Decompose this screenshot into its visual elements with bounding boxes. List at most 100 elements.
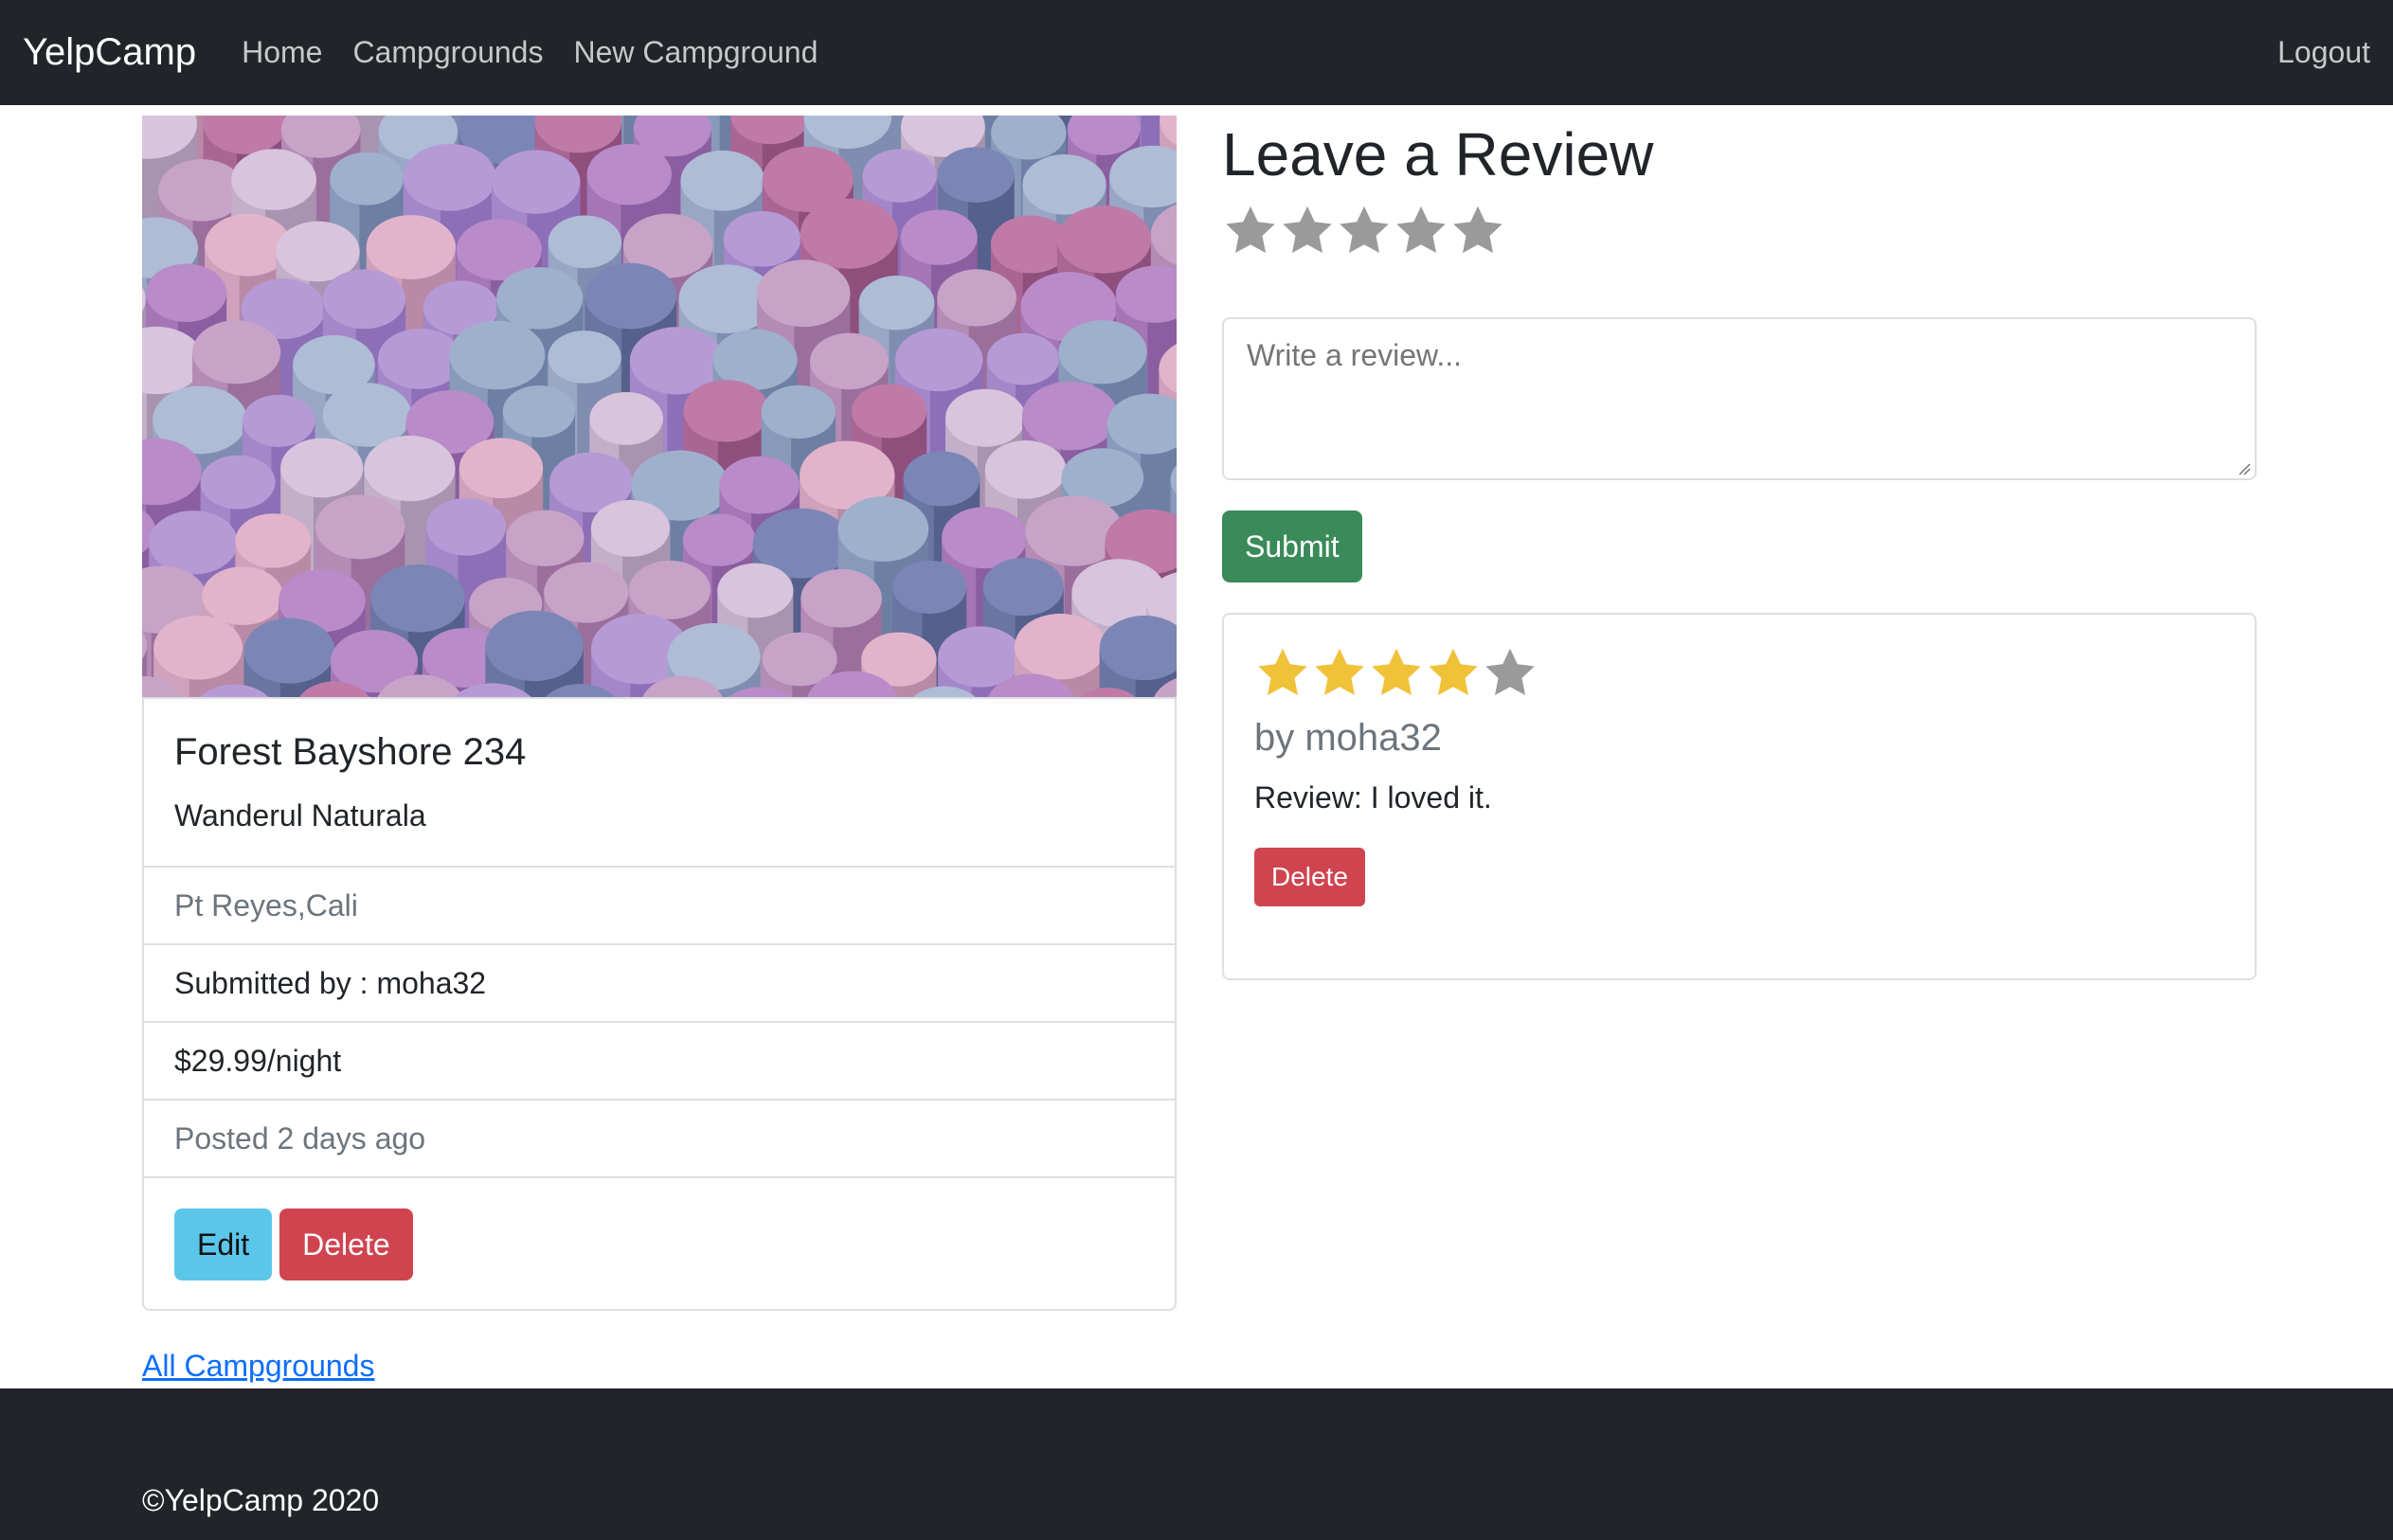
image-cylinder-top [315, 494, 405, 560]
image-cylinder-top [589, 392, 663, 445]
image-cylinder-top [330, 152, 405, 206]
image-cylinder-top [496, 267, 584, 330]
image-cylinder-top [364, 435, 456, 502]
image-cylinder-top [945, 388, 1026, 447]
image-cylinder-top [892, 560, 967, 614]
image-cylinder-top [937, 269, 1017, 327]
image-cylinder-top [491, 150, 581, 214]
image-cylinder-top [984, 439, 1067, 499]
image-cylinder-top [585, 262, 677, 330]
review-text: Review: I loved it. [1254, 780, 1492, 815]
image-cylinder-top [683, 380, 770, 442]
image-cylinder-top [717, 563, 794, 618]
image-cylinder-top [1056, 206, 1152, 274]
page: YelpCamp Home Campgrounds New Campground… [0, 0, 2393, 1540]
image-cylinder-top [366, 215, 456, 279]
image-cylinder-top [903, 451, 981, 507]
image-cylinder-top [280, 438, 364, 498]
rating-star-3-icon[interactable] [1336, 203, 1393, 260]
image-cylinder-top [900, 209, 978, 265]
image-cylinder-top [449, 320, 546, 390]
brand-link[interactable]: YelpCamp [23, 31, 196, 74]
image-cylinder-top [723, 210, 801, 267]
image-cylinder-top [719, 456, 800, 514]
delete-review-button[interactable]: Delete [1254, 848, 1365, 906]
rating-star-5-icon[interactable] [1449, 203, 1506, 260]
rating-star-4-icon[interactable] [1393, 203, 1449, 260]
image-cylinder-top [682, 513, 756, 566]
image-cylinder-top [242, 394, 315, 447]
footer: ©YelpCamp 2020 [0, 1388, 2393, 1540]
image-cylinder-top [235, 513, 312, 568]
star-filled-icon [1429, 648, 1478, 695]
image-cylinder-top [858, 276, 935, 331]
review-actions: Delete [1254, 848, 2224, 906]
edit-campground-button[interactable]: Edit [174, 1209, 273, 1280]
review-form-heading: Leave a Review [1222, 120, 1654, 188]
navbar: YelpCamp Home Campgrounds New Campground… [0, 0, 2393, 105]
image-cylinder-top [862, 149, 937, 203]
image-cylinder-top [937, 147, 1015, 203]
image-cylinder-top [586, 143, 672, 206]
image-cylinder-top [192, 320, 281, 385]
star-filled-icon [1258, 648, 1307, 695]
image-cylinder-top [810, 332, 889, 390]
review-rating [1254, 645, 2224, 702]
submit-review-button[interactable]: Submit [1222, 510, 1362, 582]
image-cylinder-top [243, 618, 335, 684]
image-cylinder-top [982, 557, 1064, 617]
image-cylinder-top [628, 560, 711, 619]
campground-description: Wanderul Naturala [174, 798, 426, 833]
image-cylinder-top [895, 328, 983, 392]
image-cylinder-top [403, 143, 496, 211]
image-cylinder-top [837, 496, 929, 563]
rating-star-2-icon[interactable] [1279, 203, 1336, 260]
campground-card-body: Forest Bayshore 234 Wanderul Naturala [144, 699, 1175, 868]
image-cylinder-top [544, 562, 629, 623]
image-cylinder-top [548, 215, 622, 269]
image-cylinder-top [1022, 154, 1107, 215]
review-textarea[interactable] [1222, 317, 2257, 480]
image-cylinder-top [231, 149, 316, 210]
campground-title: Forest Bayshore 234 [174, 731, 527, 773]
resize-handle-icon[interactable] [2236, 460, 2251, 475]
campground-actions: Edit Delete [144, 1178, 1175, 1311]
rating-star-1-icon[interactable] [1222, 203, 1279, 260]
image-cylinder-top [459, 438, 544, 499]
campground-price: $29.99/night [144, 1023, 1175, 1101]
image-cylinder-top [322, 269, 406, 330]
star-filled-icon [1372, 648, 1421, 695]
image-cylinder-top [801, 568, 882, 628]
image-cylinder-top [149, 510, 238, 575]
all-campgrounds-link[interactable]: All Campgrounds [142, 1349, 374, 1384]
image-cylinder-top [1058, 320, 1147, 385]
rating-input [1222, 203, 1506, 260]
campground-posted-date: Posted 2 days ago [144, 1101, 1175, 1178]
star-empty-icon [1485, 648, 1535, 695]
image-cylinder-top [590, 499, 671, 557]
nav-campgrounds-link[interactable]: Campgrounds [352, 35, 543, 70]
image-cylinder-top [986, 332, 1059, 385]
nav-home-link[interactable]: Home [242, 35, 322, 70]
image-cylinder-top [202, 566, 283, 626]
footer-copyright: ©YelpCamp 2020 [142, 1483, 380, 1517]
delete-campground-button[interactable]: Delete [279, 1209, 413, 1280]
image-cylinder-top [757, 260, 851, 328]
campground-card: Forest Bayshore 234 Wanderul Naturala Pt… [142, 697, 1177, 1311]
image-cylinder-top [200, 455, 276, 510]
star-filled-icon [1315, 648, 1364, 695]
image-cylinder-top [502, 385, 576, 438]
image-cylinder-top [1014, 613, 1107, 680]
image-cylinder-top [1021, 381, 1118, 451]
image-cylinder-top [153, 616, 243, 680]
review-card: by moha32 Review: I loved it. Delete [1222, 613, 2257, 980]
image-cylinder-top [800, 198, 898, 269]
image-cylinder-top [145, 263, 227, 322]
review-author: by moha32 [1254, 717, 1442, 759]
image-cylinder-top [851, 384, 927, 439]
image-cylinder-top [761, 385, 837, 439]
nav-new-campground-link[interactable]: New Campground [573, 35, 818, 70]
image-cylinder-top [680, 150, 765, 211]
campground-image [142, 116, 1177, 697]
logout-link[interactable]: Logout [2277, 35, 2370, 70]
